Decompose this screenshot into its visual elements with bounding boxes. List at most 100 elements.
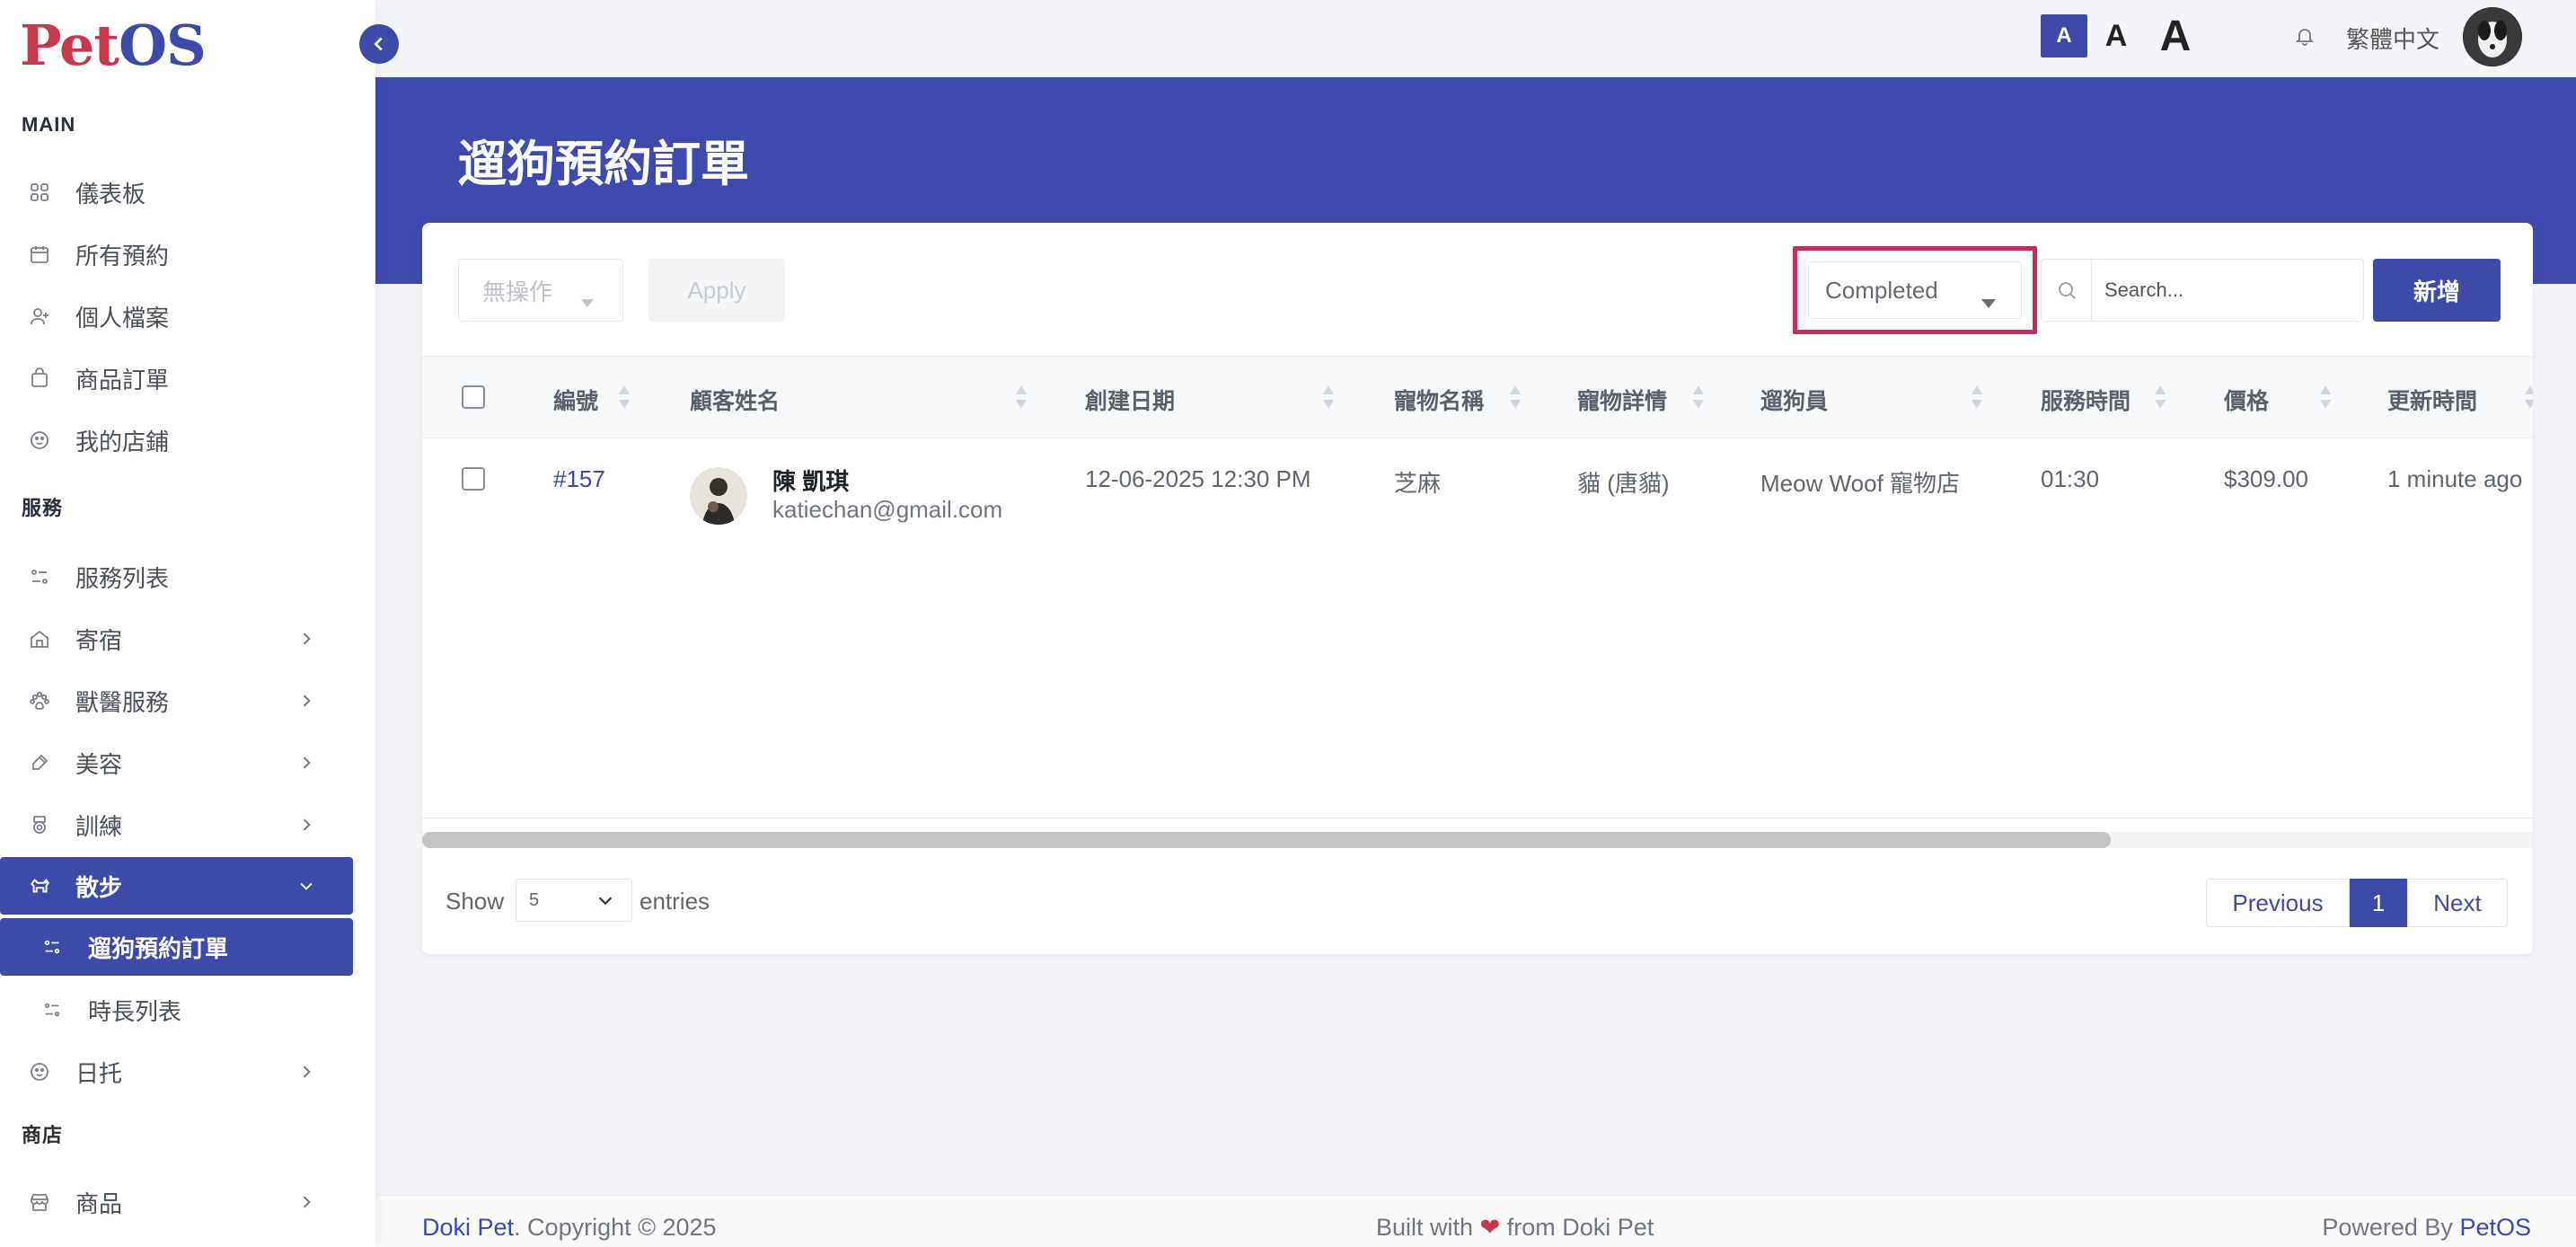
sidebar-item-walking[interactable]: 散步 — [0, 857, 353, 915]
page-1-button[interactable]: 1 — [2350, 879, 2407, 927]
customer-email: katiechan@gmail.com — [772, 496, 1003, 523]
created-date: 12-06-2025 12:30 PM — [1085, 465, 1311, 492]
chevron-right-icon — [294, 812, 319, 837]
list-icon — [27, 564, 52, 589]
entries-value: 5 — [529, 889, 540, 910]
sidebar-item-label: 美容 — [75, 750, 123, 778]
sidebar-item-label: 時長列表 — [88, 997, 182, 1025]
column-header-price[interactable]: 價格 — [2224, 384, 2269, 416]
bag-icon — [27, 366, 52, 391]
select-all-checkbox[interactable] — [462, 385, 485, 409]
price: $309.00 — [2224, 465, 2308, 492]
dog-icon — [27, 873, 52, 898]
show-label: Show — [446, 888, 505, 915]
column-header-created[interactable]: 創建日期 — [1085, 384, 1175, 416]
section-title-main: MAIN — [22, 113, 76, 136]
paw-badge-icon — [27, 428, 52, 453]
service-duration: 01:30 — [2041, 465, 2100, 492]
sort-icon[interactable] — [1322, 384, 1335, 415]
walker-name: Meow Woof 寵物店 — [1760, 470, 1961, 497]
footer-powered-by: Powered By PetOS — [2322, 1214, 2531, 1241]
notification-bell-icon[interactable] — [2292, 22, 2317, 50]
sort-icon[interactable] — [2154, 384, 2166, 415]
chevron-right-icon — [294, 1190, 319, 1215]
language-switcher[interactable]: 繁體中文 — [2346, 22, 2439, 55]
orders-card: 無操作 Apply Completed 新增 編號 顧客姓名 創建日期 寵物名稱… — [422, 223, 2533, 954]
sidebar-item-label: 散步 — [75, 873, 123, 901]
list-icon — [40, 934, 65, 960]
table-row[interactable]: #157 陳 凱琪 katiechan@gmail.com 12-06-2025… — [422, 438, 2533, 555]
search-input[interactable] — [2092, 260, 2363, 321]
updated-time: 1 minute ago — [2387, 465, 2523, 492]
footer-petos-link[interactable]: PetOS — [2459, 1214, 2531, 1241]
medal-icon — [27, 812, 52, 837]
sidebar-item-label: 服務列表 — [75, 564, 170, 592]
sort-icon[interactable] — [1692, 384, 1705, 415]
search-icon — [2042, 259, 2092, 322]
sidebar-item-label: 訓練 — [75, 812, 123, 840]
bulk-action-select[interactable]: 無操作 — [458, 259, 623, 322]
list-icon — [40, 997, 65, 1022]
sidebar-item-duration-list[interactable]: 時長列表 — [0, 981, 353, 1039]
user-avatar[interactable] — [2463, 7, 2522, 66]
sidebar-item-daycare[interactable]: 日托 — [0, 1043, 353, 1101]
chevron-right-icon — [294, 1059, 319, 1084]
user-icon — [27, 304, 52, 329]
sort-icon[interactable] — [1971, 384, 1983, 415]
font-size-small-button[interactable]: A — [2041, 14, 2087, 57]
sidebar-item-products[interactable]: 商品 — [0, 1173, 353, 1231]
previous-page-button[interactable]: Previous — [2206, 879, 2350, 927]
sidebar-item-profile[interactable]: 個人檔案 — [0, 287, 353, 345]
sidebar-item-product-orders[interactable]: 商品訂單 — [0, 349, 353, 407]
column-header-customer[interactable]: 顧客姓名 — [690, 384, 780, 416]
sort-icon[interactable] — [2524, 384, 2533, 415]
column-header-updated[interactable]: 更新時間 — [2387, 384, 2477, 416]
brush-icon — [27, 750, 52, 775]
row-checkbox[interactable] — [462, 467, 485, 491]
sidebar-item-grooming[interactable]: 美容 — [0, 734, 353, 792]
sidebar-item-label: 寄宿 — [75, 626, 123, 654]
horizontal-scrollbar-thumb[interactable] — [422, 832, 2111, 848]
add-new-button[interactable]: 新增 — [2373, 259, 2501, 322]
footer-brand-link[interactable]: Doki Pet — [422, 1214, 514, 1241]
sidebar-item-service-list[interactable]: 服務列表 — [0, 548, 353, 606]
status-filter-select[interactable]: Completed — [1808, 261, 2022, 319]
sidebar-item-boarding[interactable]: 寄宿 — [0, 610, 353, 668]
sidebar-item-label: 個人檔案 — [75, 304, 170, 332]
sidebar-item-vet[interactable]: 獸醫服務 — [0, 672, 353, 730]
entries-per-page-select[interactable]: 5 — [516, 879, 632, 922]
next-page-button[interactable]: Next — [2407, 879, 2508, 927]
sidebar-item-walk-orders[interactable]: 遛狗預約訂單 — [0, 918, 353, 976]
petos-logo[interactable]: PetOS — [20, 13, 207, 78]
footer-built-with: Built with ❤ from Doki Pet — [1376, 1214, 1654, 1241]
font-size-large-button[interactable]: A — [2150, 9, 2201, 63]
sidebar-item-label: 儀表板 — [75, 180, 146, 208]
chevron-right-icon — [294, 688, 319, 713]
order-id-link[interactable]: #157 — [553, 465, 605, 493]
sidebar-item-all-bookings[interactable]: 所有預約 — [0, 226, 353, 283]
chevron-left-icon — [369, 34, 389, 54]
sidebar-item-training[interactable]: 訓練 — [0, 796, 353, 853]
sort-icon[interactable] — [618, 384, 631, 415]
column-header-duration[interactable]: 服務時間 — [2041, 384, 2130, 416]
entries-label: entries — [640, 888, 710, 915]
sort-icon[interactable] — [1015, 384, 1028, 415]
sidebar-collapse-button[interactable] — [359, 24, 399, 64]
grid-icon — [27, 180, 52, 205]
apply-button[interactable]: Apply — [648, 259, 785, 322]
column-header-pet-name[interactable]: 寵物名稱 — [1394, 384, 1484, 416]
sidebar-item-dashboard[interactable]: 儀表板 — [0, 164, 353, 221]
home-icon — [27, 626, 52, 651]
calendar-icon — [27, 242, 52, 267]
column-header-pet-details[interactable]: 寵物詳情 — [1577, 384, 1667, 416]
font-size-medium-button[interactable]: A — [2096, 14, 2136, 57]
column-header-walker[interactable]: 遛狗員 — [1760, 384, 1828, 416]
heart-icon: ❤ — [1479, 1214, 1501, 1241]
sidebar: PetOS MAIN 儀表板 所有預約 個人檔案 商品訂單 我的店鋪 服務 服務… — [0, 0, 375, 1247]
section-title-services: 服務 — [22, 497, 64, 519]
column-header-id[interactable]: 編號 — [553, 384, 598, 416]
sort-icon[interactable] — [1509, 384, 1522, 415]
sidebar-item-label: 遛狗預約訂單 — [88, 934, 229, 962]
sort-icon[interactable] — [2319, 384, 2332, 415]
sidebar-item-my-store[interactable]: 我的店鋪 — [0, 411, 353, 469]
